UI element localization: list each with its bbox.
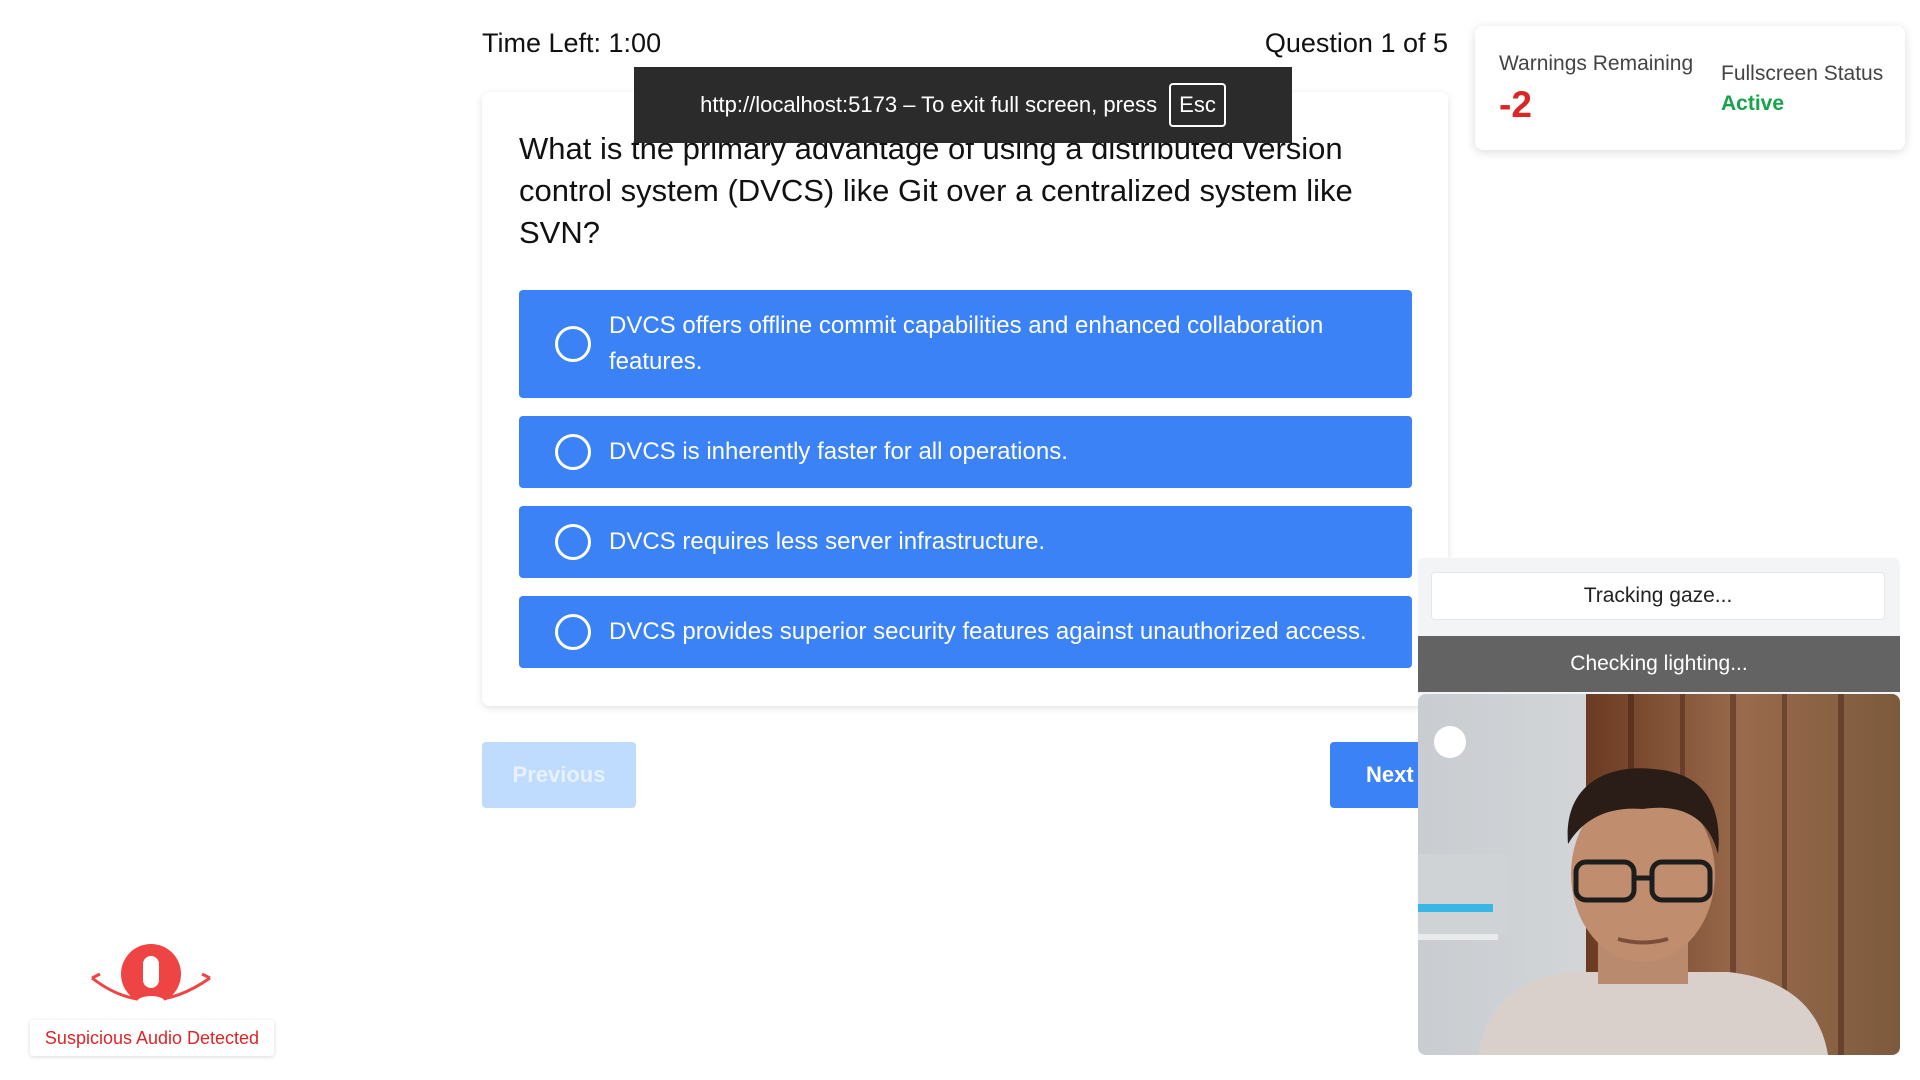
fullscreen-status-value: Active [1721, 92, 1785, 115]
question-text: What is the primary advantage of using a… [519, 131, 1353, 250]
warnings-value: -2 [1499, 84, 1532, 125]
quiz-header: Time Left: 1:00 Question 1 of 5 [482, 28, 1448, 59]
radio-icon[interactable] [555, 434, 591, 470]
warnings-label: Warnings Remaining [1499, 52, 1694, 75]
question-card: What is the primary advantage of using a… [482, 92, 1448, 706]
fullscreen-banner-message: http://localhost:5173 – To exit full scr… [700, 92, 1158, 117]
lighting-status: Checking lighting... [1418, 636, 1900, 692]
answer-option-label: DVCS requires less server infrastructure… [609, 528, 1046, 555]
fullscreen-status-label: Fullscreen Status [1721, 62, 1884, 85]
radio-icon[interactable] [555, 326, 591, 362]
fullscreen-banner: http://localhost:5173 – To exit full scr… [634, 67, 1292, 143]
webcam-image [1418, 694, 1900, 1055]
previous-button[interactable]: Previous [482, 742, 636, 808]
answer-option-label: DVCS provides superior security features… [609, 618, 1367, 645]
proctoring-monitor: Tracking gaze... Checking lighting... [1418, 558, 1900, 1055]
gaze-status: Tracking gaze... [1431, 572, 1885, 620]
answer-option-2[interactable]: DVCS is inherently faster for all operat… [519, 416, 1412, 488]
suspicious-audio-alert: Suspicious Audio Detected [30, 940, 274, 1056]
answer-options: DVCS offers offline commit capabilities … [519, 290, 1412, 686]
answer-option-3[interactable]: DVCS requires less server infrastructure… [519, 506, 1412, 578]
radio-icon[interactable] [555, 524, 591, 560]
status-panel: Warnings Remaining -2 Fullscreen Status … [1475, 26, 1905, 150]
answer-option-4[interactable]: DVCS provides superior security features… [519, 596, 1412, 668]
question-counter: Question 1 of 5 [1264, 28, 1448, 58]
answer-option-label: DVCS is inherently faster for all operat… [609, 438, 1068, 465]
radio-icon[interactable] [555, 614, 591, 650]
answer-option-1[interactable]: DVCS offers offline commit capabilities … [519, 290, 1412, 398]
esc-key-hint: Esc [1169, 83, 1226, 127]
microphone-icon [91, 944, 211, 1008]
answer-option-label: DVCS offers offline commit capabilities … [609, 312, 1324, 375]
webcam-feed [1418, 694, 1900, 1055]
suspicious-audio-label: Suspicious Audio Detected [30, 1020, 274, 1056]
timer: Time Left: 1:00 [482, 28, 662, 58]
